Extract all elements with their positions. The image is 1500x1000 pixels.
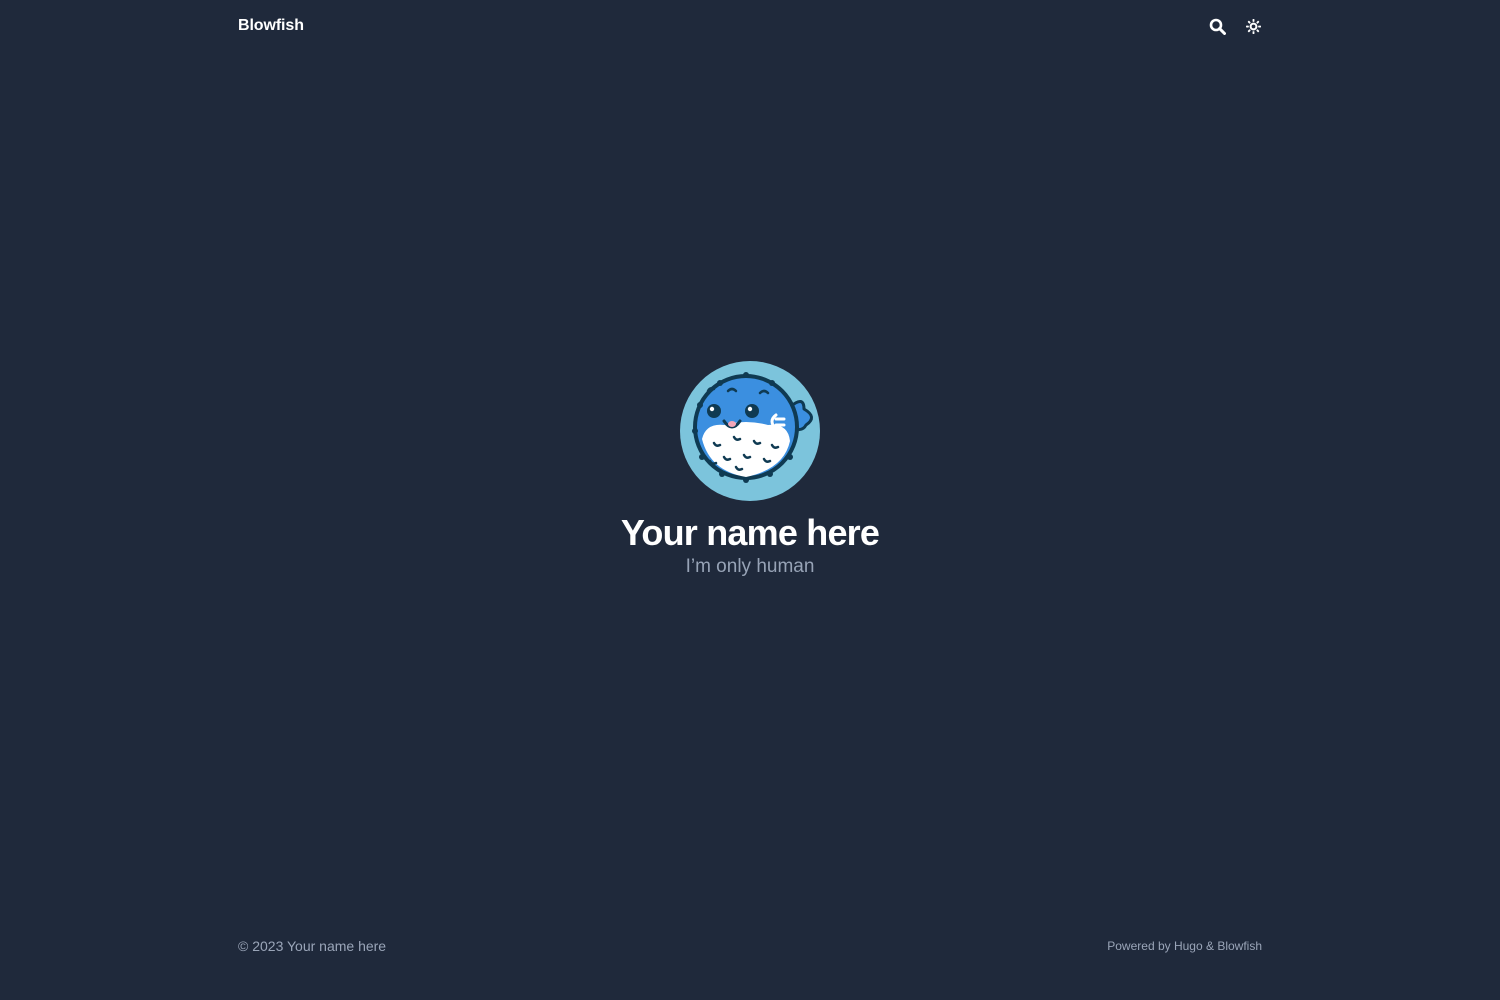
powered-and: & <box>1202 939 1218 953</box>
search-icon[interactable] <box>1208 17 1226 35</box>
site-header: Blowfish <box>238 0 1262 52</box>
avatar <box>680 361 820 501</box>
copyright-text: © 2023 Your name here <box>238 938 387 954</box>
site-footer: © 2023 Your name here Powered by Hugo & … <box>238 938 1262 954</box>
author-name: Your name here <box>620 512 880 553</box>
blowfish-logo-icon <box>692 372 813 483</box>
powered-by: Powered by Hugo & Blowfish <box>1107 939 1262 953</box>
theme-toggle-icon[interactable] <box>1244 17 1262 35</box>
blowfish-link[interactable]: Blowfish <box>1217 939 1262 953</box>
header-icons <box>1208 17 1262 35</box>
author-tagline: I’m only human <box>685 556 815 577</box>
site-title-link[interactable]: Blowfish <box>238 17 304 35</box>
hugo-link[interactable]: Hugo <box>1174 939 1203 953</box>
hero: Your name here I’m only human <box>0 361 1500 579</box>
powered-prefix: Powered by <box>1107 939 1174 953</box>
page: Blowfish Your name here I’m only human ©… <box>0 0 1500 1000</box>
